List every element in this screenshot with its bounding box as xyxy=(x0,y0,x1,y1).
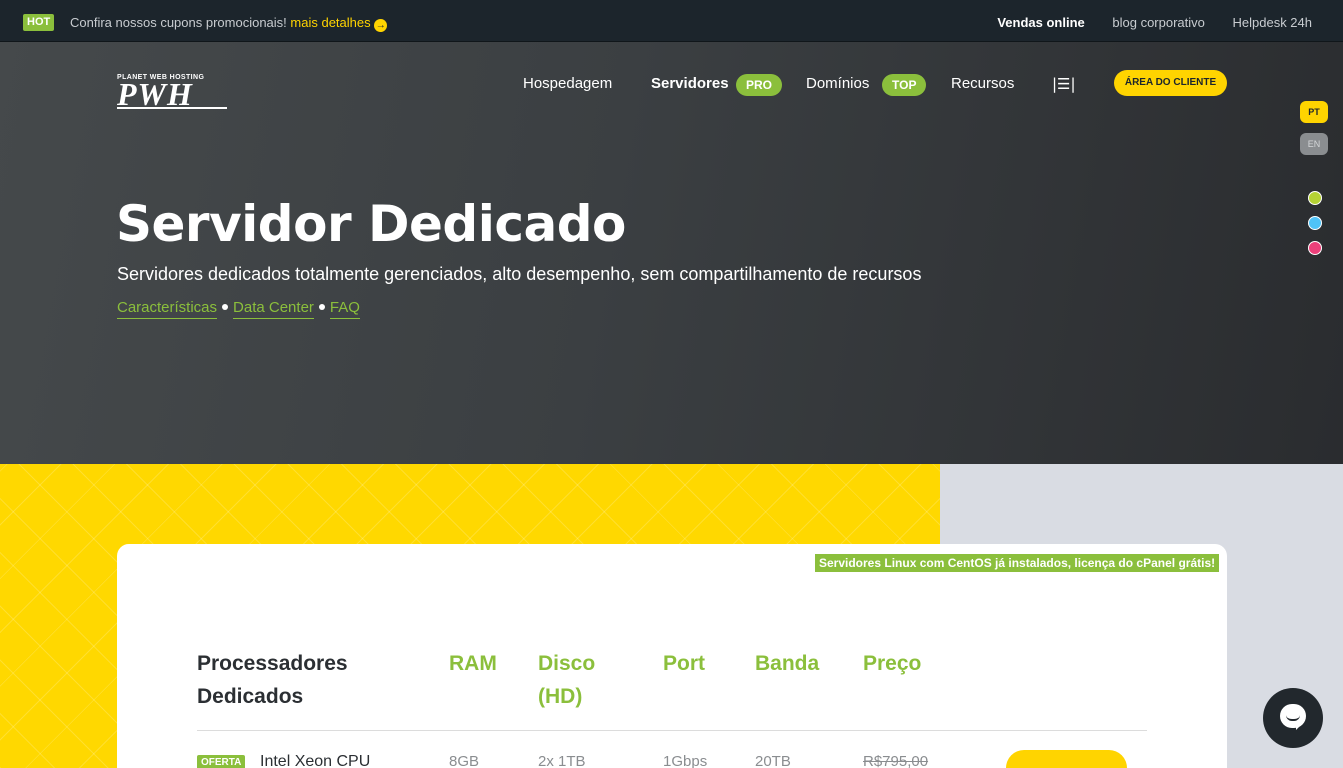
page-title: Servidor Dedicado xyxy=(116,195,626,253)
th-banda: Banda xyxy=(755,652,820,675)
theme-dot-blue[interactable] xyxy=(1308,216,1322,230)
buy-button[interactable] xyxy=(1006,750,1127,768)
top-link-vendas[interactable]: Vendas online xyxy=(997,15,1084,30)
cell-cpu: Intel Xeon CPU xyxy=(260,753,371,768)
cell-band: 20TB xyxy=(755,753,791,768)
promo-details-link[interactable]: mais detalhes → xyxy=(290,15,388,32)
offer-badge: OFERTA xyxy=(197,755,246,768)
logo-underline xyxy=(117,107,227,109)
promo-message: Confira nossos cupons promocionais! xyxy=(70,15,287,30)
lang-en-button[interactable]: EN xyxy=(1300,133,1328,155)
page-subtitle: Servidores dedicados totalmente gerencia… xyxy=(117,264,922,284)
nav-servidores[interactable]: Servidores xyxy=(651,71,729,97)
top-link-blog[interactable]: blog corporativo xyxy=(1112,15,1205,30)
anchor-data-center[interactable]: Data Center xyxy=(233,299,314,319)
th-processadores: Processadores Dedicados xyxy=(197,652,348,708)
bullet-separator xyxy=(222,304,229,310)
th-disco: Disco (HD) xyxy=(538,652,596,708)
cell-old-price: R$795,00 xyxy=(863,753,929,768)
logo-mark: PWH xyxy=(117,76,193,112)
top-link-helpdesk[interactable]: Helpdesk 24h xyxy=(1233,15,1313,30)
logo[interactable]: PLANET WEB HOSTING PWH xyxy=(117,74,227,110)
nav-dominios[interactable]: Domínios xyxy=(806,71,869,97)
bullet-separator xyxy=(318,304,325,310)
promo-details-label: mais detalhes xyxy=(290,15,371,30)
th-ram: RAM xyxy=(449,652,497,675)
th-port: Port xyxy=(663,652,705,675)
hero-anchor-links: Características Data Center FAQ xyxy=(117,297,360,319)
cell-ram: 8GB xyxy=(449,753,480,768)
hot-badge: HOT xyxy=(23,14,55,31)
nav-badge-top: TOP xyxy=(882,74,927,96)
theme-dot-pink[interactable] xyxy=(1308,241,1322,255)
nav-recursos[interactable]: Recursos xyxy=(951,71,1014,97)
lang-pt-button[interactable]: PT xyxy=(1300,101,1328,123)
arrow-right-icon: → xyxy=(374,19,388,32)
cell-disk: 2x 1TB xyxy=(538,753,586,768)
hero-section: PLANET WEB HOSTING PWH Hospedagem Servid… xyxy=(0,42,1343,464)
table-divider xyxy=(197,730,1147,731)
card-note-badge: Servidores Linux com CentOS já instalado… xyxy=(815,554,1220,572)
chat-bubble-tail xyxy=(1296,722,1304,730)
theme-dot-green[interactable] xyxy=(1308,191,1322,205)
cell-port: 1Gbps xyxy=(663,753,708,768)
top-bar: HOT Confira nossos cupons promocionais! … xyxy=(0,0,1343,42)
th-preco: Preço xyxy=(863,652,922,675)
nav-hospedagem[interactable]: Hospedagem xyxy=(523,71,612,97)
chat-button[interactable] xyxy=(1263,688,1323,748)
nav-badge-pro: PRO xyxy=(736,74,783,96)
anchor-faq[interactable]: FAQ xyxy=(329,299,360,319)
top-links: Vendas online blog corporativo Helpdesk … xyxy=(973,14,1312,31)
promo-text: Confira nossos cupons promocionais! mais… xyxy=(70,14,388,32)
client-area-button[interactable]: ÁREA DO CLIENTE xyxy=(1114,70,1227,96)
anchor-caracteristicas[interactable]: Características xyxy=(117,299,218,319)
menu-icon[interactable]: |☰| xyxy=(1052,71,1076,97)
